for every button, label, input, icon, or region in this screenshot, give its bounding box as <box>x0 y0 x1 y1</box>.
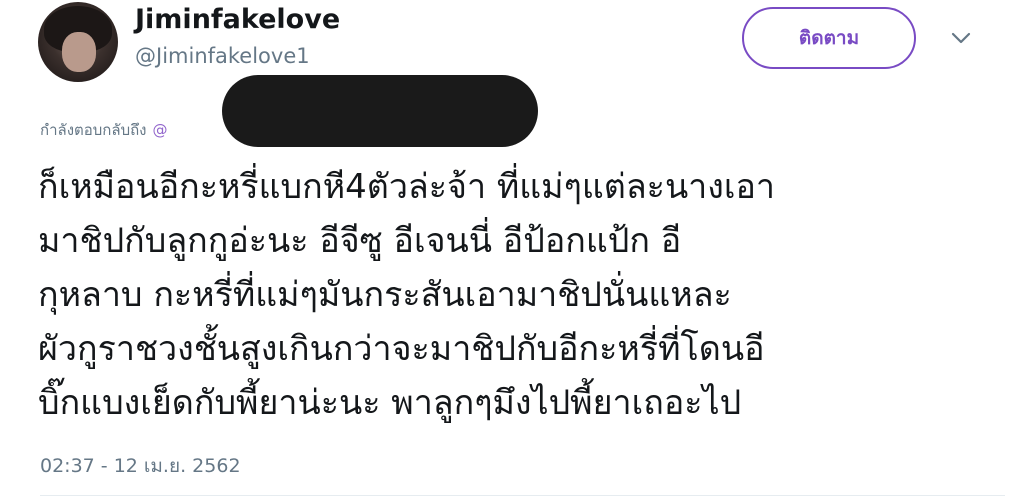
avatar-face <box>62 32 96 72</box>
reply-context: กำลังตอบกลับถึง @ <box>40 118 168 142</box>
screen-name[interactable]: @Jiminfakelove1 <box>135 44 310 68</box>
tweet-text: ก็เหมือนอีกะหรี่แบกหี4ตัวล่ะจ้า ที่แม่ๆแ… <box>38 160 998 430</box>
redaction-mark <box>222 75 538 147</box>
reply-mention-link[interactable]: @ <box>153 121 168 139</box>
tweet-text-line: ผัวกูราชวงชั้นสูงเกินกว่าจะมาชิปกับอีกะห… <box>38 329 765 369</box>
divider <box>40 495 1005 496</box>
follow-button[interactable]: ติดตาม <box>742 7 916 69</box>
tweet-timestamp[interactable]: 02:37 - 12 เม.ย. 2562 <box>40 451 241 481</box>
tweet-text-line: ก็เหมือนอีกะหรี่แบกหี4ตัวล่ะจ้า ที่แม่ๆแ… <box>38 167 776 207</box>
tweet-text-line: บิ๊กแบงเย็ดกับพี้ยาน่ะนะ พาลูกๆมึงไปพี้ย… <box>38 383 742 423</box>
tweet-text-line: มาชิปกับลูกกูอ่ะนะ อีจีซู อีเจนนี่ อีป้อ… <box>38 221 682 261</box>
display-name[interactable]: Jiminfakelove <box>135 4 340 35</box>
chevron-down-icon[interactable] <box>950 30 972 46</box>
avatar[interactable] <box>38 2 118 82</box>
reply-context-label: กำลังตอบกลับถึง <box>40 121 147 139</box>
tweet-text-line: กุหลาบ กะหรี่ที่แม่ๆมันกระสันเอามาชิปนั่… <box>38 275 732 315</box>
